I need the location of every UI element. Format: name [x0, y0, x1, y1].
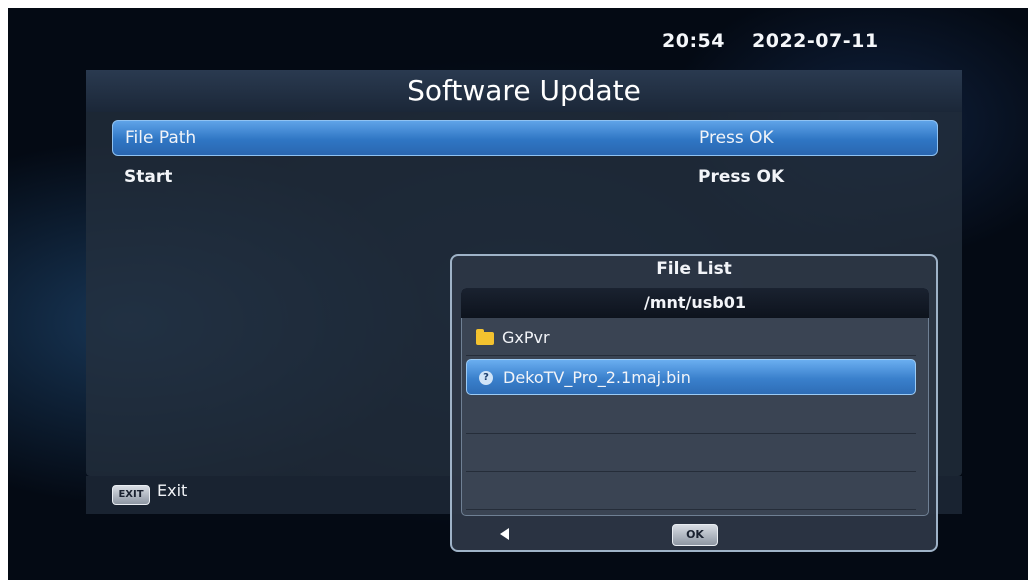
dialog-title: File List: [656, 259, 732, 279]
menu-item-file-path[interactable]: File Path Press OK: [112, 120, 938, 156]
file-list-item-gxpvr[interactable]: GxPvr: [466, 320, 916, 356]
file-icon: ?: [479, 371, 493, 385]
page-title: Software Update: [86, 70, 962, 112]
left-arrow-icon[interactable]: [500, 528, 509, 540]
exit-label: Exit: [157, 481, 188, 500]
menu-item-label: Start: [124, 167, 173, 187]
file-list-item-dekotv-bin[interactable]: ? DekoTV_Pro_2.1maj.bin: [466, 359, 916, 395]
file-name: DekoTV_Pro_2.1maj.bin: [503, 368, 691, 387]
folder-icon: [476, 329, 494, 345]
exit-key-button[interactable]: EXIT: [112, 485, 150, 505]
ok-button[interactable]: OK: [672, 524, 718, 546]
menu-item-value: Press OK: [698, 167, 785, 187]
menu-item-label: File Path: [125, 128, 197, 148]
file-list-empty-row: [466, 436, 916, 472]
file-list-empty-row: [466, 398, 916, 434]
file-list-empty-row: [466, 474, 916, 510]
menu-item-value: Press OK: [699, 128, 774, 148]
current-path: /mnt/usb01: [461, 288, 929, 318]
clock-date: 2022-07-11: [752, 30, 879, 52]
clock-time: 20:54: [662, 30, 725, 52]
file-name: GxPvr: [502, 328, 550, 347]
menu-item-start[interactable]: Start Press OK: [112, 160, 936, 194]
